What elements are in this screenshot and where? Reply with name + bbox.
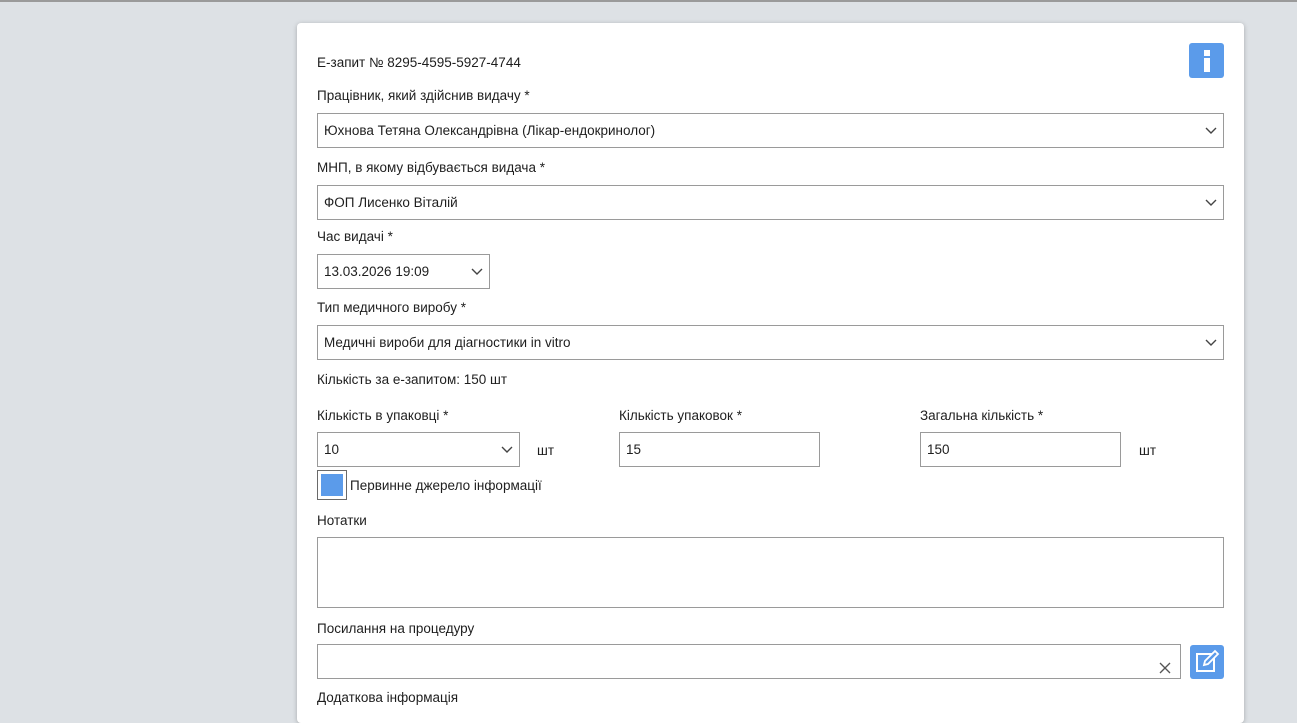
total-quantity-value: 150	[927, 442, 950, 457]
pack-quantity-select[interactable]: 10	[317, 432, 520, 467]
info-button[interactable]	[1189, 43, 1224, 78]
issue-time-label: Час видачі *	[317, 229, 393, 244]
device-type-value: Медичні вироби для діагностики in vitro	[324, 335, 571, 350]
notes-textarea[interactable]	[317, 537, 1224, 608]
notes-label: Нотатки	[317, 513, 367, 528]
chevron-down-icon	[1205, 197, 1217, 207]
close-icon[interactable]	[1158, 654, 1172, 674]
additional-info-label: Додаткова інформація	[317, 690, 459, 705]
total-quantity-label: Загальна кількість *	[920, 408, 1044, 423]
device-type-label: Тип медичного виробу *	[317, 300, 466, 315]
employee-label: Працівник, який здійснив видачу *	[317, 88, 530, 103]
chevron-down-icon	[1205, 337, 1217, 347]
issue-time-value: 13.03.2026 19:09	[324, 264, 430, 279]
chevron-down-icon	[1205, 125, 1217, 135]
primary-source-checkbox[interactable]	[317, 470, 347, 500]
edit-icon	[1190, 649, 1224, 683]
procedure-link-input[interactable]	[317, 644, 1181, 679]
employee-select[interactable]: Юхнова Тетяна Олександрівна (Лікар-ендок…	[317, 113, 1224, 148]
facility-select[interactable]: ФОП Лисенко Віталій	[317, 185, 1224, 220]
facility-label: МНП, в якому відбувається видача *	[317, 160, 545, 175]
pack-quantity-value: 10	[324, 442, 340, 457]
packs-count-label: Кількість упаковок *	[619, 408, 742, 423]
total-quantity-input[interactable]: 150	[920, 432, 1121, 467]
facility-select-value: ФОП Лисенко Віталій	[324, 195, 458, 210]
employee-select-value: Юхнова Тетяна Олександрівна (Лікар-ендок…	[324, 123, 656, 138]
pack-quantity-unit: шт	[537, 443, 555, 458]
packs-count-input[interactable]: 15	[619, 432, 820, 467]
edit-procedure-button[interactable]	[1190, 645, 1224, 679]
issue-time-picker[interactable]: 13.03.2026 19:09	[317, 254, 490, 289]
procedure-link-label: Посилання на процедуру	[317, 621, 475, 636]
pack-quantity-label: Кількість в упаковці *	[317, 408, 449, 423]
request-title: Е-запит № 8295-4595-5927-4744	[317, 55, 521, 70]
packs-count-value: 15	[626, 442, 642, 457]
chevron-down-icon	[471, 266, 483, 276]
total-quantity-unit: шт	[1139, 443, 1157, 458]
primary-source-label: Первинне джерело інформації	[350, 478, 542, 493]
dispense-form-card: Е-запит № 8295-4595-5927-4744 Працівник,…	[297, 23, 1244, 723]
chevron-down-icon	[501, 444, 513, 454]
device-type-select[interactable]: Медичні вироби для діагностики in vitro	[317, 325, 1224, 360]
request-quantity-text: Кількість за е-запитом: 150 шт	[317, 372, 508, 387]
top-border	[0, 0, 1297, 2]
